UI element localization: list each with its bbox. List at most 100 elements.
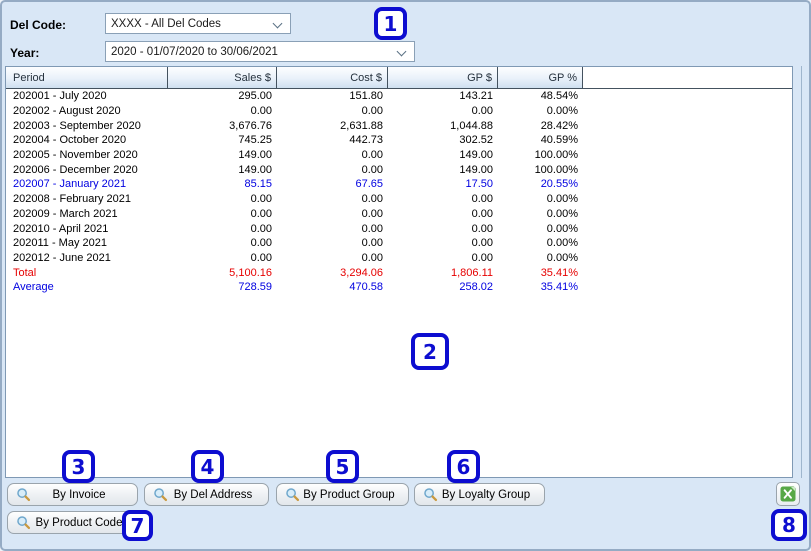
table-cell: 0.00% (546, 105, 578, 118)
table-row[interactable]: Total 5,100.16 3,294.06 1,806.11 35.41% (6, 265, 792, 280)
annotation-badge-8: 8 (771, 509, 807, 541)
table-cell: 0.00 (250, 237, 272, 250)
column-header-gp-percent[interactable]: GP % (498, 67, 583, 88)
year-label: Year: (10, 46, 40, 60)
button-label: By Product Code (35, 516, 123, 529)
column-header-filler (583, 67, 792, 88)
table-cell: 3,294.06 (340, 266, 383, 279)
table-row[interactable]: 202006 - December 2020 149.00 0.00 149.00 10… (6, 162, 792, 177)
table-cell: 149.00 (459, 163, 493, 176)
table-cell: 258.02 (459, 281, 493, 294)
table-cell: 0.00% (546, 237, 578, 250)
table-cell: 35.41% (540, 281, 578, 294)
annotation-badge-2: 2 (411, 333, 449, 370)
table-header: Period Sales $ Cost $ GP $ GP % (6, 67, 792, 89)
by-del-address-button[interactable]: By Del Address (144, 483, 269, 506)
table-cell: 48.54% (540, 90, 578, 103)
table-cell: 202010 - April 2021 (13, 222, 109, 235)
table-row[interactable]: 202012 - June 2021 0.00 0.00 0.00 0.00% (6, 251, 792, 266)
table-row[interactable]: 202001 - July 2020 295.00 151.80 143.21 48.5… (6, 89, 792, 104)
table-cell: 202008 - February 2021 (13, 193, 132, 206)
column-header-sales[interactable]: Sales $ (168, 67, 277, 88)
table-cell: 100.00% (534, 149, 578, 162)
table-cell: 0.00 (361, 237, 383, 250)
del-code-select[interactable]: XXXX - All Del Codes (105, 13, 291, 34)
table-cell: 202005 - November 2020 (13, 149, 138, 162)
table-cell: 728.59 (238, 281, 272, 294)
table-cell: 202002 - August 2020 (13, 105, 121, 118)
table-cell: 0.00% (546, 222, 578, 235)
by-loyalty-group-button[interactable]: By Loyalty Group (414, 483, 545, 506)
magnifier-icon (16, 487, 31, 502)
table-cell: Average (13, 281, 54, 294)
table-cell: 67.65 (355, 178, 383, 191)
table-cell: 0.00% (546, 193, 578, 206)
table-cell: 0.00 (361, 251, 383, 264)
table-cell: 3,676.76 (229, 119, 272, 132)
table-cell: 202006 - December 2020 (13, 163, 138, 176)
table-cell: 0.00% (546, 207, 578, 220)
export-excel-button[interactable] (776, 482, 800, 506)
chevron-down-icon (272, 18, 283, 29)
by-product-group-button[interactable]: By Product Group (276, 483, 409, 506)
column-header-period[interactable]: Period (6, 67, 168, 88)
table-row[interactable]: 202007 - January 2021 85.15 67.65 17.50 20.5… (6, 177, 792, 192)
table-cell: 0.00 (250, 207, 272, 220)
annotation-badge-5: 5 (326, 450, 359, 483)
table-cell: 2,631.88 (340, 119, 383, 132)
magnifier-icon (423, 487, 438, 502)
table-cell: 202007 - January 2021 (13, 178, 127, 191)
chevron-down-icon (396, 46, 407, 57)
excel-export-icon (780, 486, 796, 502)
table-cell: 0.00 (361, 222, 383, 235)
button-label: By Del Address (173, 488, 253, 501)
panel-edge-divider (801, 66, 802, 478)
table-cell: 20.55% (540, 178, 578, 191)
del-code-value: XXXX - All Del Codes (111, 17, 221, 30)
table-cell: 149.00 (238, 163, 272, 176)
table-row[interactable]: 202009 - March 2021 0.00 0.00 0.00 0.00% (6, 207, 792, 222)
table-cell: 0.00 (471, 237, 493, 250)
by-invoice-button[interactable]: By Invoice (7, 483, 138, 506)
table-cell: 0.00 (361, 149, 383, 162)
annotation-badge-7: 7 (122, 510, 153, 541)
table-cell: 0.00 (471, 222, 493, 235)
table-row[interactable]: 202005 - November 2020 149.00 0.00 149.00 10… (6, 148, 792, 163)
table-cell: 202009 - March 2021 (13, 207, 118, 220)
table-cell: 0.00 (471, 251, 493, 264)
table-cell: 295.00 (238, 90, 272, 103)
table-cell: 1,806.11 (450, 266, 493, 279)
magnifier-icon (153, 487, 168, 502)
table-row[interactable]: 202010 - April 2021 0.00 0.00 0.00 0.00% (6, 221, 792, 236)
table-cell: 85.15 (244, 178, 272, 191)
table-cell: 202001 - July 2020 (13, 90, 107, 103)
table-row[interactable]: 202008 - February 2021 0.00 0.00 0.00 0.00% (6, 192, 792, 207)
column-header-cost[interactable]: Cost $ (277, 67, 388, 88)
table-body: 202001 - July 2020 295.00 151.80 143.21 48.5… (6, 89, 792, 295)
del-code-label: Del Code: (10, 18, 67, 32)
table-cell: 0.00 (361, 105, 383, 118)
table-row[interactable]: 202011 - May 2021 0.00 0.00 0.00 0.00% (6, 236, 792, 251)
year-value: 2020 - 01/07/2020 to 30/06/2021 (111, 45, 278, 58)
table-row[interactable]: 202003 - September 2020 3,676.76 2,631.88 1… (6, 118, 792, 133)
report-window: Del Code: XXXX - All Del Codes Year: 202… (0, 0, 811, 551)
table-row[interactable]: 202002 - August 2020 0.00 0.00 0.00 0.00% (6, 104, 792, 119)
table-row[interactable]: Average 728.59 470.58 258.02 35.41% (6, 280, 792, 295)
annotation-badge-1: 1 (374, 7, 407, 40)
table-cell: 0.00 (250, 193, 272, 206)
by-product-code-button[interactable]: By Product Code (7, 511, 138, 534)
table-row[interactable]: 202004 - October 2020 745.25 442.73 302.52 4… (6, 133, 792, 148)
table-cell: 442.73 (349, 134, 383, 147)
table-cell: 149.00 (459, 149, 493, 162)
annotation-badge-6: 6 (447, 450, 480, 483)
button-label: By Product Group (303, 488, 395, 501)
column-header-gp-dollar[interactable]: GP $ (388, 67, 498, 88)
table-cell: 0.00 (361, 163, 383, 176)
table-cell: 28.42% (540, 119, 578, 132)
table-cell: 149.00 (238, 149, 272, 162)
table-cell: 202012 - June 2021 (13, 251, 111, 264)
table-cell: 0.00 (361, 207, 383, 220)
magnifier-icon (285, 487, 300, 502)
year-select[interactable]: 2020 - 01/07/2020 to 30/06/2021 (105, 41, 415, 62)
table-cell: 0.00 (471, 193, 493, 206)
